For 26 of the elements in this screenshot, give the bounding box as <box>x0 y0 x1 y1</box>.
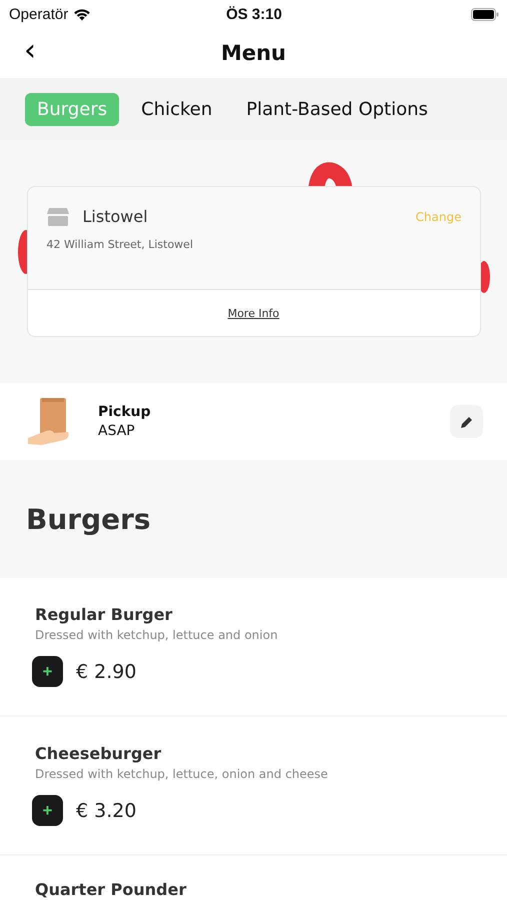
item-description: Dressed with ketchup, lettuce and onion <box>35 628 279 642</box>
pickup-mode: Pickup <box>98 404 152 420</box>
store-address: 42 William Street, Listowel <box>46 238 194 251</box>
pencil-icon <box>460 414 474 428</box>
item-name: Cheeseburger <box>35 744 162 763</box>
category-tab[interactable]: Chicken <box>129 92 224 126</box>
item-name: Regular Burger <box>35 605 174 624</box>
wifi-icon <box>73 8 92 20</box>
section-heading: Burgers <box>26 502 151 536</box>
carrier-name: Operatör <box>9 6 68 22</box>
add-button[interactable]: + <box>32 656 63 687</box>
screen-title: Menu <box>220 41 286 65</box>
store-icon <box>46 208 68 226</box>
item-name: Quarter Pounder <box>35 880 188 899</box>
item-price: € 2.90 <box>76 660 136 682</box>
battery-icon <box>471 8 499 20</box>
item-price: € 3.20 <box>76 800 136 822</box>
item-description: Dressed with ketchup, lettuce, onion and cheese <box>35 767 329 781</box>
clock-time: ÖS 3:10 <box>226 6 282 22</box>
category-tab[interactable]: Plant-Based Options <box>234 92 440 126</box>
more-info-link[interactable]: More Info <box>228 306 280 320</box>
back-button[interactable]: ‹ <box>20 36 40 66</box>
add-button[interactable]: + <box>32 795 63 826</box>
store-name: Listowel <box>82 207 149 226</box>
pickup-time: ASAP <box>98 423 136 439</box>
edit-button[interactable] <box>450 405 483 438</box>
